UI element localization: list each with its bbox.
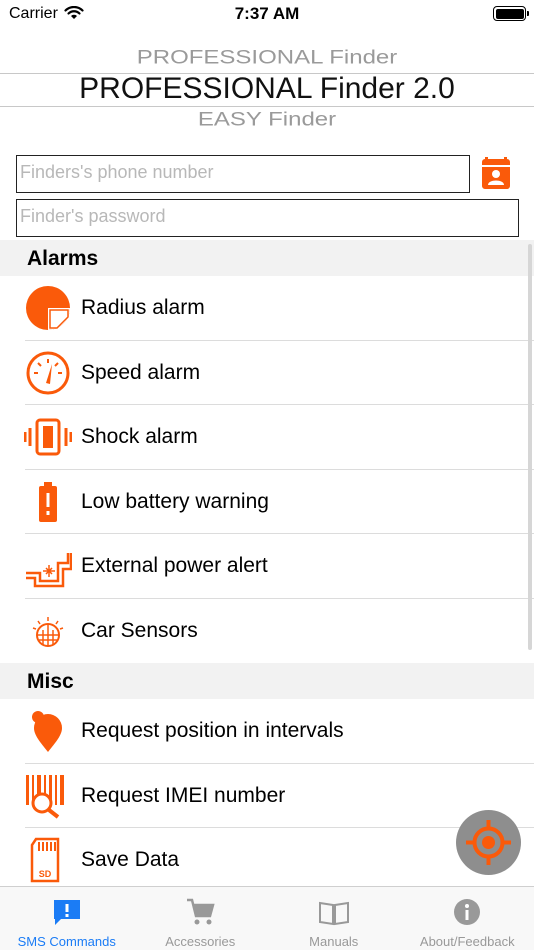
sd-card-icon: SD <box>24 837 72 883</box>
crosshair-icon <box>466 820 511 865</box>
tab-manuals[interactable]: Manuals <box>267 887 401 950</box>
scroll-indicator[interactable] <box>528 244 532 650</box>
row-label: Low battery warning <box>81 489 269 513</box>
row-car-sensors[interactable]: Car Sensors <box>0 598 534 663</box>
row-radius-alarm[interactable]: Radius alarm <box>0 276 534 341</box>
tab-label: About/Feedback <box>419 934 515 949</box>
car-sensor-icon <box>24 608 72 654</box>
barcode-search-icon <box>24 773 72 819</box>
row-request-imei-number[interactable]: Request IMEI number <box>0 763 534 828</box>
power-alert-icon <box>24 543 73 589</box>
battery-low-icon <box>24 479 72 525</box>
status-time: 7:37 AM <box>234 4 300 23</box>
row-label: Speed alarm <box>81 360 201 384</box>
tab-bar: SMS Commands Accessories Manuals About/F… <box>0 886 534 950</box>
section-header-misc: Misc <box>0 663 534 699</box>
svg-text:SD: SD <box>39 869 52 879</box>
row-external-power-alert[interactable]: External power alert <box>0 534 534 599</box>
tab-label: Accessories <box>165 934 236 949</box>
location-pin-icon <box>24 708 72 754</box>
vibration-icon <box>23 414 73 460</box>
row-label: Save Data <box>81 848 180 871</box>
row-shock-alarm[interactable]: Shock alarm <box>0 405 534 470</box>
row-label: Car Sensors <box>81 618 198 642</box>
info-icon <box>452 897 482 927</box>
picker-option-next[interactable]: EASY Finder <box>0 109 534 131</box>
tab-label: SMS Commands <box>17 934 116 949</box>
locate-button[interactable] <box>456 810 521 875</box>
speedometer-icon <box>24 350 72 396</box>
command-list[interactable]: Alarms Radius alarm Speed alarm Shock al… <box>0 240 534 886</box>
cart-icon <box>185 897 215 927</box>
status-bar: Carrier 7:37 AM <box>0 0 534 28</box>
picker-option-previous[interactable]: PROFESSIONAL Finder <box>0 47 534 69</box>
password-input[interactable]: Finder's password <box>16 199 519 237</box>
row-label: Request position in intervals <box>81 719 344 742</box>
section-header-alarms: Alarms <box>0 240 534 276</box>
picker-option-selected[interactable]: PROFESSIONAL Finder 2.0 <box>0 72 534 106</box>
tab-label: Manuals <box>309 934 359 949</box>
row-label: Request IMEI number <box>81 783 286 807</box>
picker-selection-bottom-line <box>0 106 534 107</box>
row-low-battery-warning[interactable]: Low battery warning <box>0 469 534 534</box>
row-speed-alarm[interactable]: Speed alarm <box>0 340 534 405</box>
book-icon <box>318 897 349 927</box>
sms-icon <box>52 897 82 927</box>
row-label: External power alert <box>81 554 268 577</box>
contacts-button[interactable] <box>481 157 511 191</box>
tab-about-feedback[interactable]: About/Feedback <box>401 887 534 950</box>
device-picker[interactable]: PROFESSIONAL Finder PROFESSIONAL Finder … <box>0 34 534 134</box>
tab-accessories[interactable]: Accessories <box>134 887 268 950</box>
row-request-position-intervals[interactable]: Request position in intervals <box>0 699 534 764</box>
tab-sms-commands[interactable]: SMS Commands <box>0 887 134 950</box>
row-label: Radius alarm <box>81 296 205 319</box>
row-save-data[interactable]: SD Save Data <box>0 828 534 886</box>
phone-number-input[interactable]: Finders's phone number <box>16 155 470 193</box>
radius-icon <box>24 285 72 331</box>
battery-icon <box>493 6 529 21</box>
contact-book-icon <box>482 157 510 189</box>
row-label: Shock alarm <box>81 425 198 448</box>
